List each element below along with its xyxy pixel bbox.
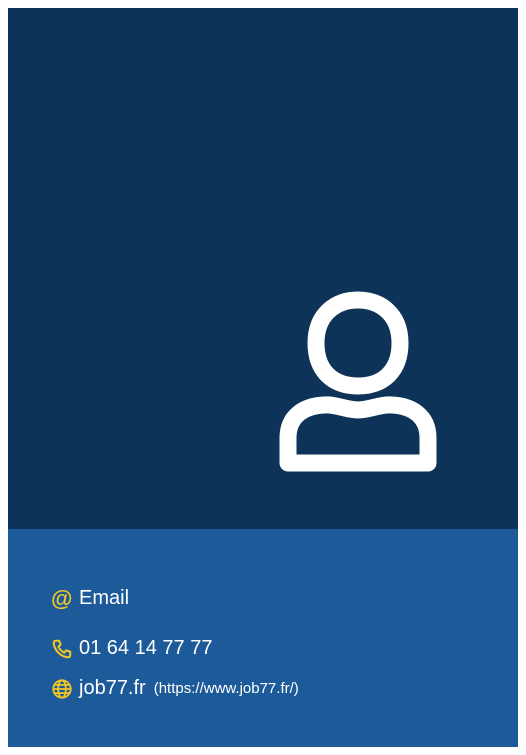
phone-icon [51,638,73,660]
email-row[interactable]: @ Email [51,587,129,610]
at-sign-icon: @ [51,585,73,611]
phone-row[interactable]: 01 64 14 77 77 [51,637,212,660]
website-row[interactable]: job77.fr (https://www.job77.fr/) [51,677,299,700]
phone-link[interactable]: 01 64 14 77 77 [79,637,212,660]
email-link[interactable]: Email [79,587,129,610]
header-panel [8,8,518,529]
globe-icon [51,678,73,700]
website-link[interactable]: job77.fr [79,677,146,700]
user-avatar-icon [270,288,446,474]
website-url[interactable]: (https://www.job77.fr/) [154,680,299,697]
